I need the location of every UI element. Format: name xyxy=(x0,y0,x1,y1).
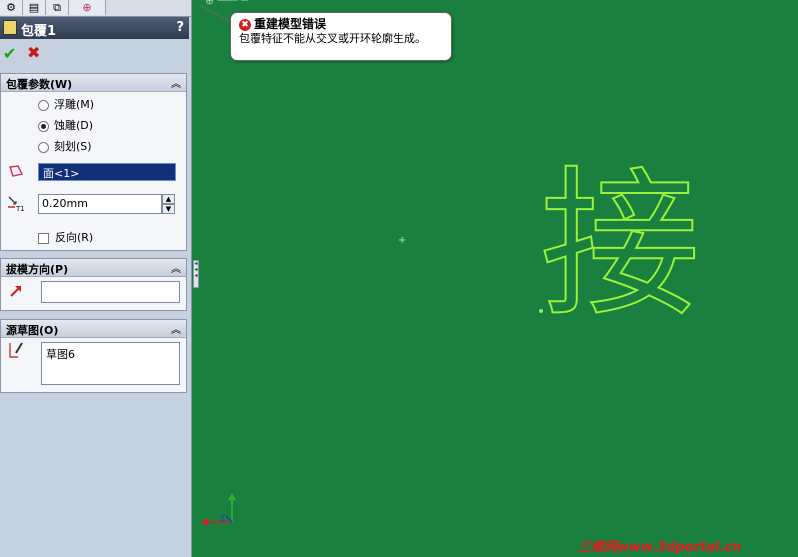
tooltip-pointer xyxy=(199,5,233,23)
pull-direction-field[interactable] xyxy=(41,281,180,303)
tooltip-message: 包覆特征不能从交叉或开环轮廓生成。 xyxy=(239,32,426,45)
cancel-button[interactable]: ✖ xyxy=(27,43,40,62)
reference-triad-icon: Z xyxy=(201,493,236,526)
checkbox-box[interactable] xyxy=(38,232,49,244)
collapse-chevron-icon[interactable]: ︽ xyxy=(171,321,181,336)
ok-button[interactable]: ✔ xyxy=(3,44,16,63)
radio-label: 刻划(S) xyxy=(54,140,92,153)
help-button[interactable]: ? xyxy=(176,20,184,35)
panel-splitter-handle[interactable]: ◂ ◂ ◂ xyxy=(193,260,199,288)
flyout-tree-fragment: ⊕ ─── ─ xyxy=(205,0,248,7)
group-title: 拔模方向(P) xyxy=(6,263,69,276)
radio-button-selected[interactable] xyxy=(38,120,49,132)
property-manager-panel: ⚙ ▤ ⧉ ⊕ 包覆1 ? ✔ ✖ 包覆参数(W) ︽ 浮雕(M) 蚀雕(D) … xyxy=(0,0,192,557)
source-sketch-list[interactable]: 草图6 xyxy=(41,342,180,385)
thickness-input[interactable]: 0.20mm xyxy=(38,194,162,214)
configuration-manager-icon[interactable]: ⧉ xyxy=(46,0,69,15)
face-selection-icon xyxy=(9,165,23,177)
sketch-text-outline[interactable]: 接 xyxy=(539,164,701,326)
panel-tabs: ⚙ ▤ ⧉ ⊕ xyxy=(0,0,191,17)
origin-marker-icon: + xyxy=(398,235,407,246)
svg-text:T1: T1 xyxy=(15,205,25,213)
feature-manager-icon[interactable]: ⚙ xyxy=(0,0,23,15)
sketch-icon xyxy=(9,342,23,358)
spin-up-icon[interactable]: ▲ xyxy=(162,194,175,204)
svg-text:Z: Z xyxy=(220,514,226,523)
watermark-text: 三维网www.3dportal.cn xyxy=(578,540,742,555)
group-title: 源草图(O) xyxy=(6,324,59,337)
direction-arrow-icon xyxy=(10,286,21,297)
radio-button[interactable] xyxy=(38,99,49,111)
collapse-chevron-icon[interactable]: ︽ xyxy=(171,75,181,90)
wrap-feature-icon xyxy=(3,20,17,35)
radio-button[interactable] xyxy=(38,141,49,153)
thickness-icon: T1 xyxy=(8,196,25,213)
checkbox-label: 反向(R) xyxy=(55,231,94,244)
tooltip-title: ✖ 重建模型错误 xyxy=(239,15,326,32)
tooltip-title-text: 重建模型错误 xyxy=(254,17,327,31)
rebuild-error-tooltip: ✖ 重建模型错误 包覆特征不能从交叉或开环轮廓生成。 xyxy=(230,12,452,61)
spin-down-icon[interactable]: ▼ xyxy=(162,204,175,214)
group-header[interactable]: 包覆参数(W) ︽ xyxy=(1,74,186,92)
radio-label: 蚀雕(D) xyxy=(54,119,94,132)
reverse-checkbox[interactable]: 反向(R) xyxy=(38,229,93,245)
feature-title-bar: 包覆1 ? xyxy=(0,17,189,39)
error-icon: ✖ xyxy=(239,18,251,31)
group-header[interactable]: 源草图(O) ︽ xyxy=(1,320,186,338)
feature-title: 包覆1 xyxy=(21,24,57,39)
source-sketch-item[interactable]: 草图6 xyxy=(46,348,75,361)
radio-scribe[interactable]: 刻划(S) xyxy=(38,138,92,154)
group-title: 包覆参数(W) xyxy=(6,78,73,91)
radio-deboss[interactable]: 蚀雕(D) xyxy=(38,117,93,133)
collapse-chevron-icon[interactable]: ︽ xyxy=(171,260,181,275)
property-manager-icon[interactable]: ▤ xyxy=(23,0,46,15)
radio-label: 浮雕(M) xyxy=(54,98,95,111)
display-manager-icon[interactable]: ⊕ xyxy=(69,0,106,15)
face-selection-field[interactable]: 面<1> xyxy=(38,163,176,181)
group-header[interactable]: 拔模方向(P) ︽ xyxy=(1,259,186,277)
radio-emboss[interactable]: 浮雕(M) xyxy=(38,96,94,112)
